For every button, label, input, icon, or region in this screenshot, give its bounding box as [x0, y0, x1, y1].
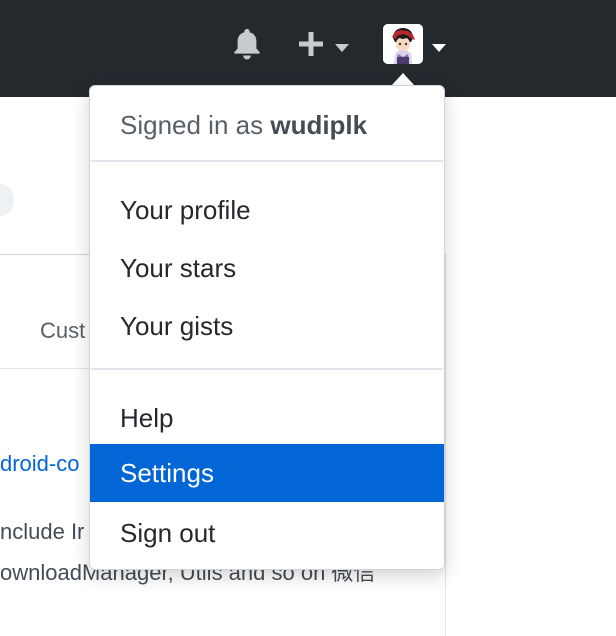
menu-item-settings[interactable]: Settings: [90, 444, 444, 502]
signed-in-label: Signed in as: [120, 110, 264, 140]
bell-icon[interactable]: [230, 26, 264, 62]
menu-divider: [91, 368, 443, 370]
user-dropdown-menu: Signed in as wudiplk Your profile Your s…: [89, 85, 445, 570]
counter-badge: [0, 183, 14, 217]
menu-item-your-stars[interactable]: Your stars: [90, 239, 444, 297]
menu-item-sign-out[interactable]: Sign out: [90, 504, 444, 562]
plus-icon[interactable]: [297, 30, 325, 58]
signed-in-header: Signed in as wudiplk: [120, 110, 367, 141]
top-header: [0, 0, 616, 97]
menu-item-your-profile[interactable]: Your profile: [90, 181, 444, 239]
menu-divider: [91, 160, 443, 162]
divider: [445, 255, 446, 636]
menu-item-your-gists[interactable]: Your gists: [90, 297, 444, 355]
menu-item-help[interactable]: Help: [90, 389, 444, 447]
username: wudiplk: [270, 110, 368, 140]
repo-link[interactable]: droid-co: [0, 451, 79, 477]
repo-description: nclude Ir: [0, 519, 85, 544]
chevron-down-icon[interactable]: [334, 40, 350, 52]
avatar[interactable]: [383, 24, 423, 64]
tab-label[interactable]: Cust: [40, 318, 85, 344]
chevron-down-icon[interactable]: [431, 40, 447, 52]
